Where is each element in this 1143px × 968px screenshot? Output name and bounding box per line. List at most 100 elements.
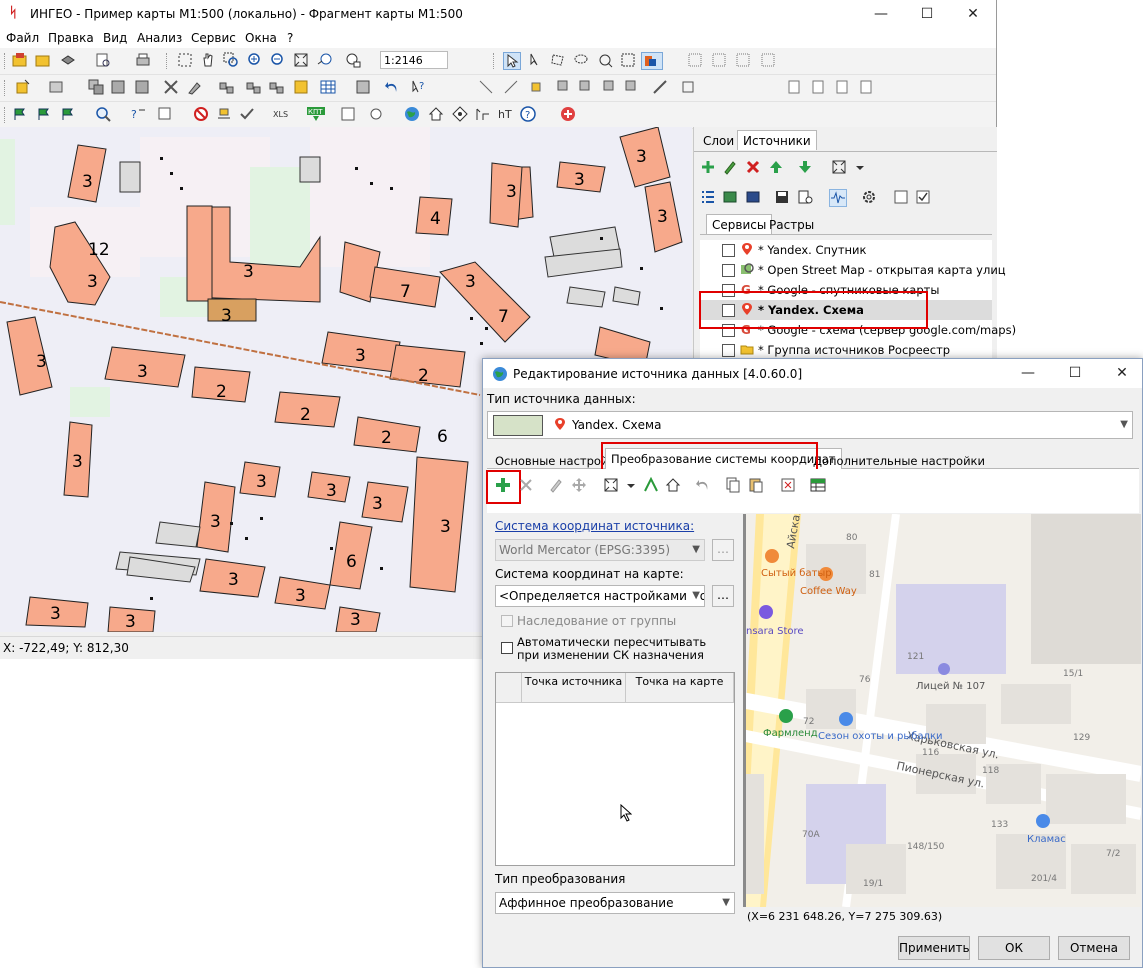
snap-node-icon[interactable] <box>711 52 727 68</box>
copy-objects-icon[interactable] <box>88 79 104 95</box>
delete-objects-icon[interactable] <box>163 79 179 95</box>
snap-object-icon[interactable] <box>760 52 776 68</box>
check-all-icon[interactable] <box>915 189 931 205</box>
select-lasso-icon[interactable] <box>573 52 589 68</box>
doc-delete-icon[interactable] <box>834 79 850 95</box>
report-icon[interactable] <box>157 106 173 122</box>
flag-tool2-icon[interactable] <box>36 106 52 122</box>
select-rect-icon[interactable] <box>177 52 193 68</box>
print-icon[interactable] <box>135 52 151 68</box>
home-icon[interactable] <box>665 477 681 493</box>
map-cs-browse-button[interactable]: … <box>712 585 734 607</box>
zoom-in-icon[interactable] <box>247 52 263 68</box>
cancel-button[interactable]: Отмена <box>1058 936 1130 960</box>
delete-point-icon[interactable] <box>518 477 534 493</box>
delete-icon[interactable] <box>745 159 761 175</box>
kpt-import-icon[interactable]: КПТ <box>306 106 326 122</box>
scale-input[interactable]: 1:2146 <box>380 51 448 69</box>
tab-layers[interactable]: Слои <box>698 131 739 151</box>
tab-additional-settings[interactable]: Дополнительные настройки <box>808 451 990 471</box>
move-down-icon[interactable] <box>797 159 813 175</box>
globe-icon[interactable] <box>404 106 420 122</box>
chevron-down-icon[interactable] <box>623 478 639 494</box>
insert-layer-icon[interactable] <box>293 79 309 95</box>
scale-icon[interactable] <box>345 52 361 68</box>
raster-add-icon[interactable] <box>722 189 738 205</box>
extent-icon[interactable] <box>831 159 847 175</box>
clear-icon[interactable] <box>780 477 796 493</box>
home-icon[interactable] <box>428 106 444 122</box>
extent-icon[interactable] <box>603 477 619 493</box>
move-up-icon[interactable] <box>768 159 784 175</box>
coord-transform-icon[interactable] <box>475 106 491 122</box>
select-all-icon[interactable] <box>620 52 636 68</box>
bring-front-icon[interactable] <box>624 79 640 95</box>
context-help-icon[interactable]: ? <box>410 79 426 95</box>
diagonal-icon[interactable] <box>652 79 668 95</box>
doc-copy-icon[interactable] <box>786 79 802 95</box>
xls-export-icon[interactable]: XLS <box>272 106 294 122</box>
source-checkbox[interactable] <box>722 264 735 277</box>
flag-tool1-icon[interactable] <box>12 106 28 122</box>
table-icon[interactable] <box>810 477 826 493</box>
snap-edge-icon[interactable] <box>735 52 751 68</box>
select-circle-icon[interactable] <box>597 52 613 68</box>
open-map-icon[interactable] <box>35 52 51 68</box>
topology-icon[interactable] <box>216 106 232 122</box>
list-icon[interactable] <box>700 189 716 205</box>
add-icon[interactable] <box>700 159 716 175</box>
snap-mode1-icon[interactable] <box>478 79 494 95</box>
zoom-previous-icon[interactable] <box>317 52 333 68</box>
print-preview-icon[interactable] <box>95 52 111 68</box>
zoom-window-icon[interactable] <box>223 52 239 68</box>
split-icon[interactable] <box>218 79 234 95</box>
control-points-grid[interactable]: Точка источника Точка на карте <box>495 672 735 866</box>
trim-icon[interactable] <box>268 79 284 95</box>
layers-icon[interactable] <box>60 52 76 68</box>
menu-view[interactable]: Вид <box>103 31 127 45</box>
query-icon[interactable]: ? <box>130 106 146 122</box>
raster-props-icon[interactable] <box>745 189 761 205</box>
menu-analysis[interactable]: Анализ <box>137 31 182 45</box>
check-geometry-icon[interactable] <box>239 106 255 122</box>
menu-windows[interactable]: Окна <box>245 31 277 45</box>
source-checkbox[interactable] <box>722 344 735 357</box>
grid-header-map-point[interactable]: Точка на карте <box>626 673 734 703</box>
document-settings-icon[interactable] <box>797 189 813 205</box>
menu-edit[interactable]: Правка <box>48 31 94 45</box>
ungroup-icon[interactable] <box>578 79 594 95</box>
move-objects-icon[interactable] <box>110 79 126 95</box>
pan-hand-icon[interactable] <box>200 52 216 68</box>
grid-header-source-point[interactable]: Точка источника <box>522 673 626 703</box>
snap-mode2-icon[interactable] <box>503 79 519 95</box>
zoom-extent-icon[interactable] <box>293 52 309 68</box>
map-preview[interactable]: Айская Харьковская ул. Пионерская ул. Сы… <box>743 514 1141 907</box>
source-cs-link[interactable]: Система координат источника: <box>495 519 694 533</box>
waveform-icon[interactable] <box>829 189 847 207</box>
cadastre-icon[interactable] <box>340 106 356 122</box>
dialog-minimize-button[interactable]: — <box>1013 363 1043 383</box>
styles-icon[interactable] <box>355 79 371 95</box>
source-row[interactable]: * Yandex. Спутник <box>700 240 992 260</box>
map-cs-select[interactable]: <Определяется настройками модуля> ▼ <box>495 585 705 607</box>
source-checkbox[interactable] <box>722 244 735 257</box>
search-icon[interactable] <box>95 106 111 122</box>
undo-icon[interactable] <box>695 477 711 493</box>
select-polygon-icon[interactable] <box>550 52 566 68</box>
source-type-select[interactable]: Yandex. Схема ▼ <box>487 411 1133 439</box>
tab-rasters[interactable]: Растры <box>764 215 819 235</box>
paste-icon[interactable] <box>748 477 764 493</box>
select-plus-icon[interactable] <box>528 52 544 68</box>
menu-service[interactable]: Сервис <box>191 31 236 45</box>
apply-button[interactable]: Применить <box>898 936 970 960</box>
order-icon[interactable] <box>602 79 618 95</box>
minimize-button[interactable]: — <box>866 4 896 24</box>
chevron-down-icon[interactable] <box>852 160 868 176</box>
doc-props-icon[interactable] <box>810 79 826 95</box>
ok-button[interactable]: ОК <box>978 936 1050 960</box>
transform-type-select[interactable]: Аффинное преобразование ▼ <box>495 892 735 914</box>
table-icon[interactable] <box>320 79 336 95</box>
frame-icon[interactable] <box>680 79 696 95</box>
close-button[interactable]: ✕ <box>958 4 988 24</box>
style-dropdown-icon[interactable] <box>641 52 663 70</box>
